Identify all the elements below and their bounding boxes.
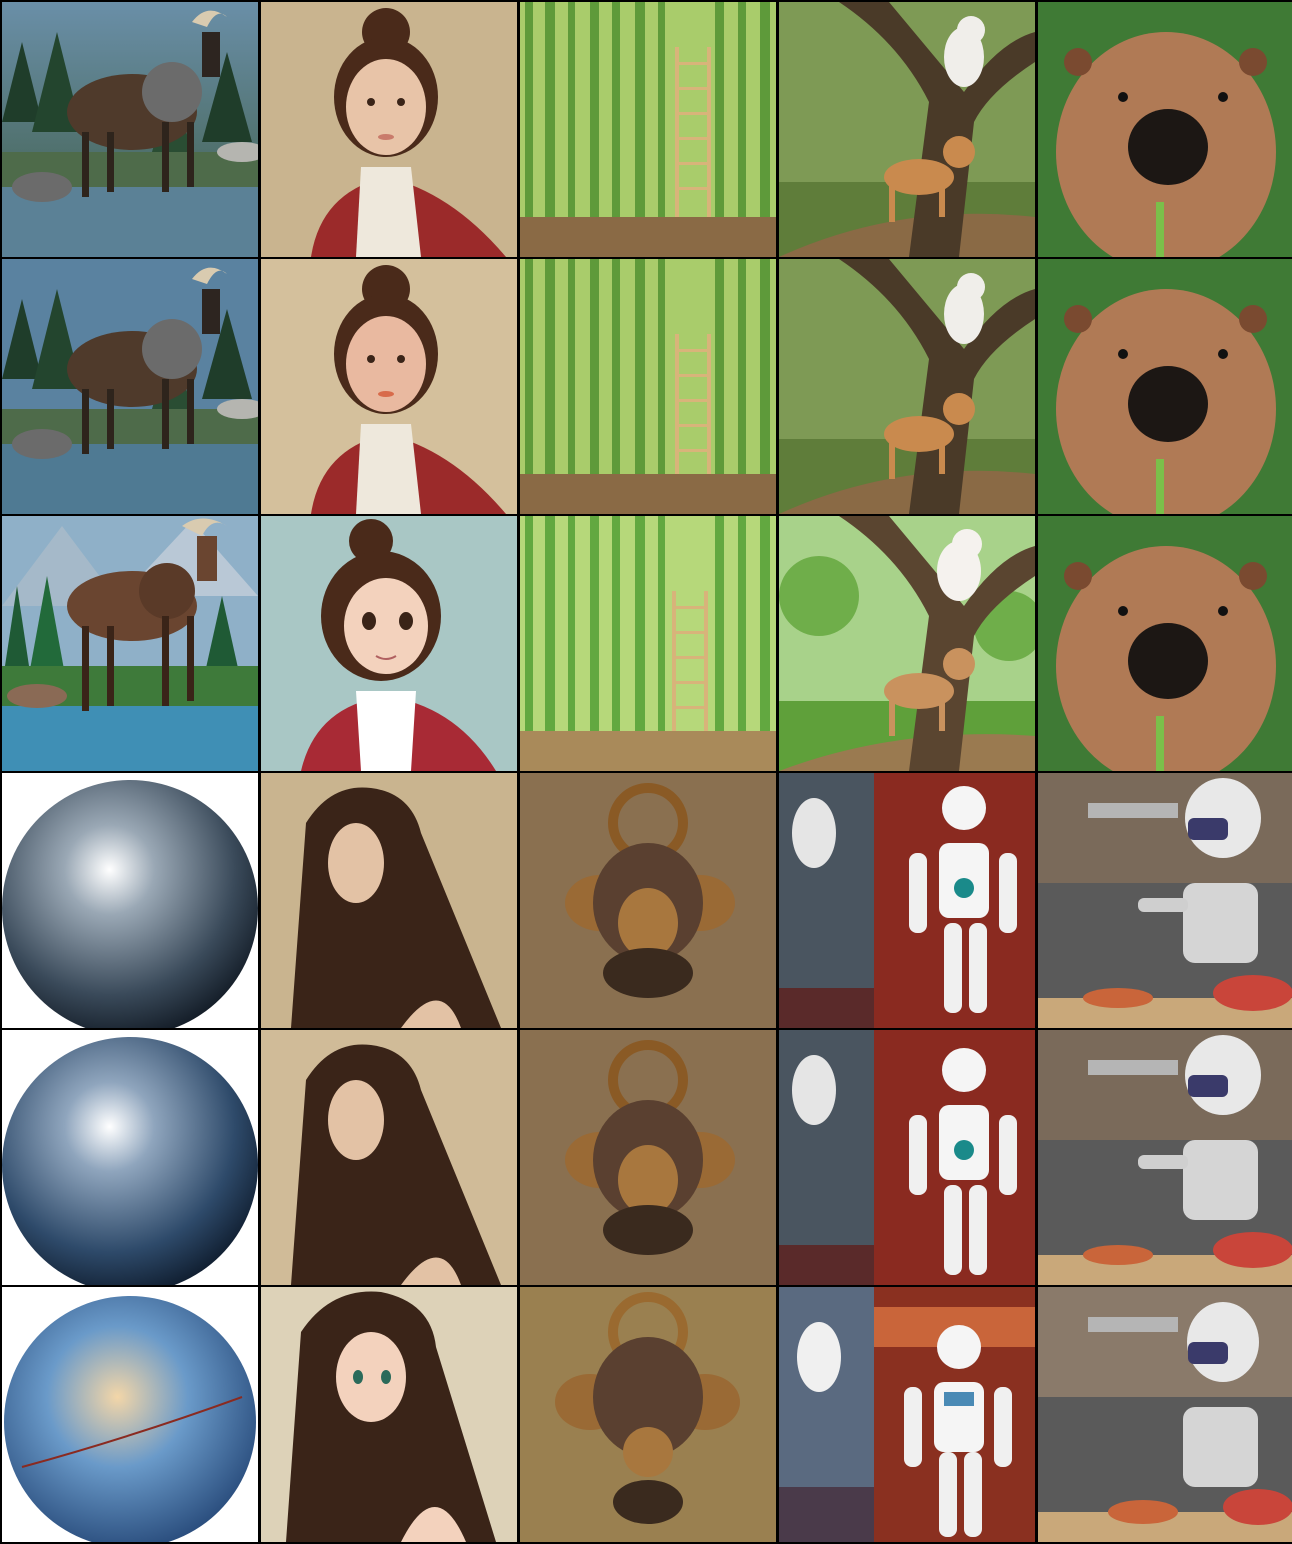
woman-anime-image <box>261 1287 517 1542</box>
woman-long-hair-image <box>261 1030 517 1285</box>
cats-tree-stylized-image <box>779 516 1035 771</box>
image-grid <box>0 0 1292 1544</box>
robot-soccer-image <box>779 1030 1035 1285</box>
capybara-image <box>1038 2 1292 257</box>
door-knocker-image <box>520 1287 776 1542</box>
capybara-image <box>1038 259 1292 514</box>
moose-image <box>2 259 258 514</box>
girl-portrait-image <box>261 259 517 514</box>
robot-soccer-image <box>779 773 1035 1028</box>
capybara-image <box>1038 516 1292 771</box>
sphere-image <box>2 1030 258 1285</box>
globe-painted-image <box>2 1287 258 1542</box>
moose-image <box>2 2 258 257</box>
sphere-image <box>2 773 258 1028</box>
cats-tree-image <box>779 259 1035 514</box>
bamboo-ladder-image <box>520 2 776 257</box>
girl-anime-image <box>261 516 517 771</box>
robot-kitchen-image <box>1038 1287 1292 1542</box>
door-knocker-image <box>520 1030 776 1285</box>
robot-kitchen-image <box>1038 773 1292 1028</box>
woman-long-hair-image <box>261 773 517 1028</box>
robot-kitchen-image <box>1038 1030 1292 1285</box>
door-knocker-image <box>520 773 776 1028</box>
cats-tree-image <box>779 2 1035 257</box>
girl-portrait-image <box>261 2 517 257</box>
moose-stylized-image <box>2 516 258 771</box>
bamboo-ladder-image <box>520 259 776 514</box>
robot-soccer-stylized-image <box>779 1287 1035 1542</box>
bamboo-ladder-image <box>520 516 776 771</box>
